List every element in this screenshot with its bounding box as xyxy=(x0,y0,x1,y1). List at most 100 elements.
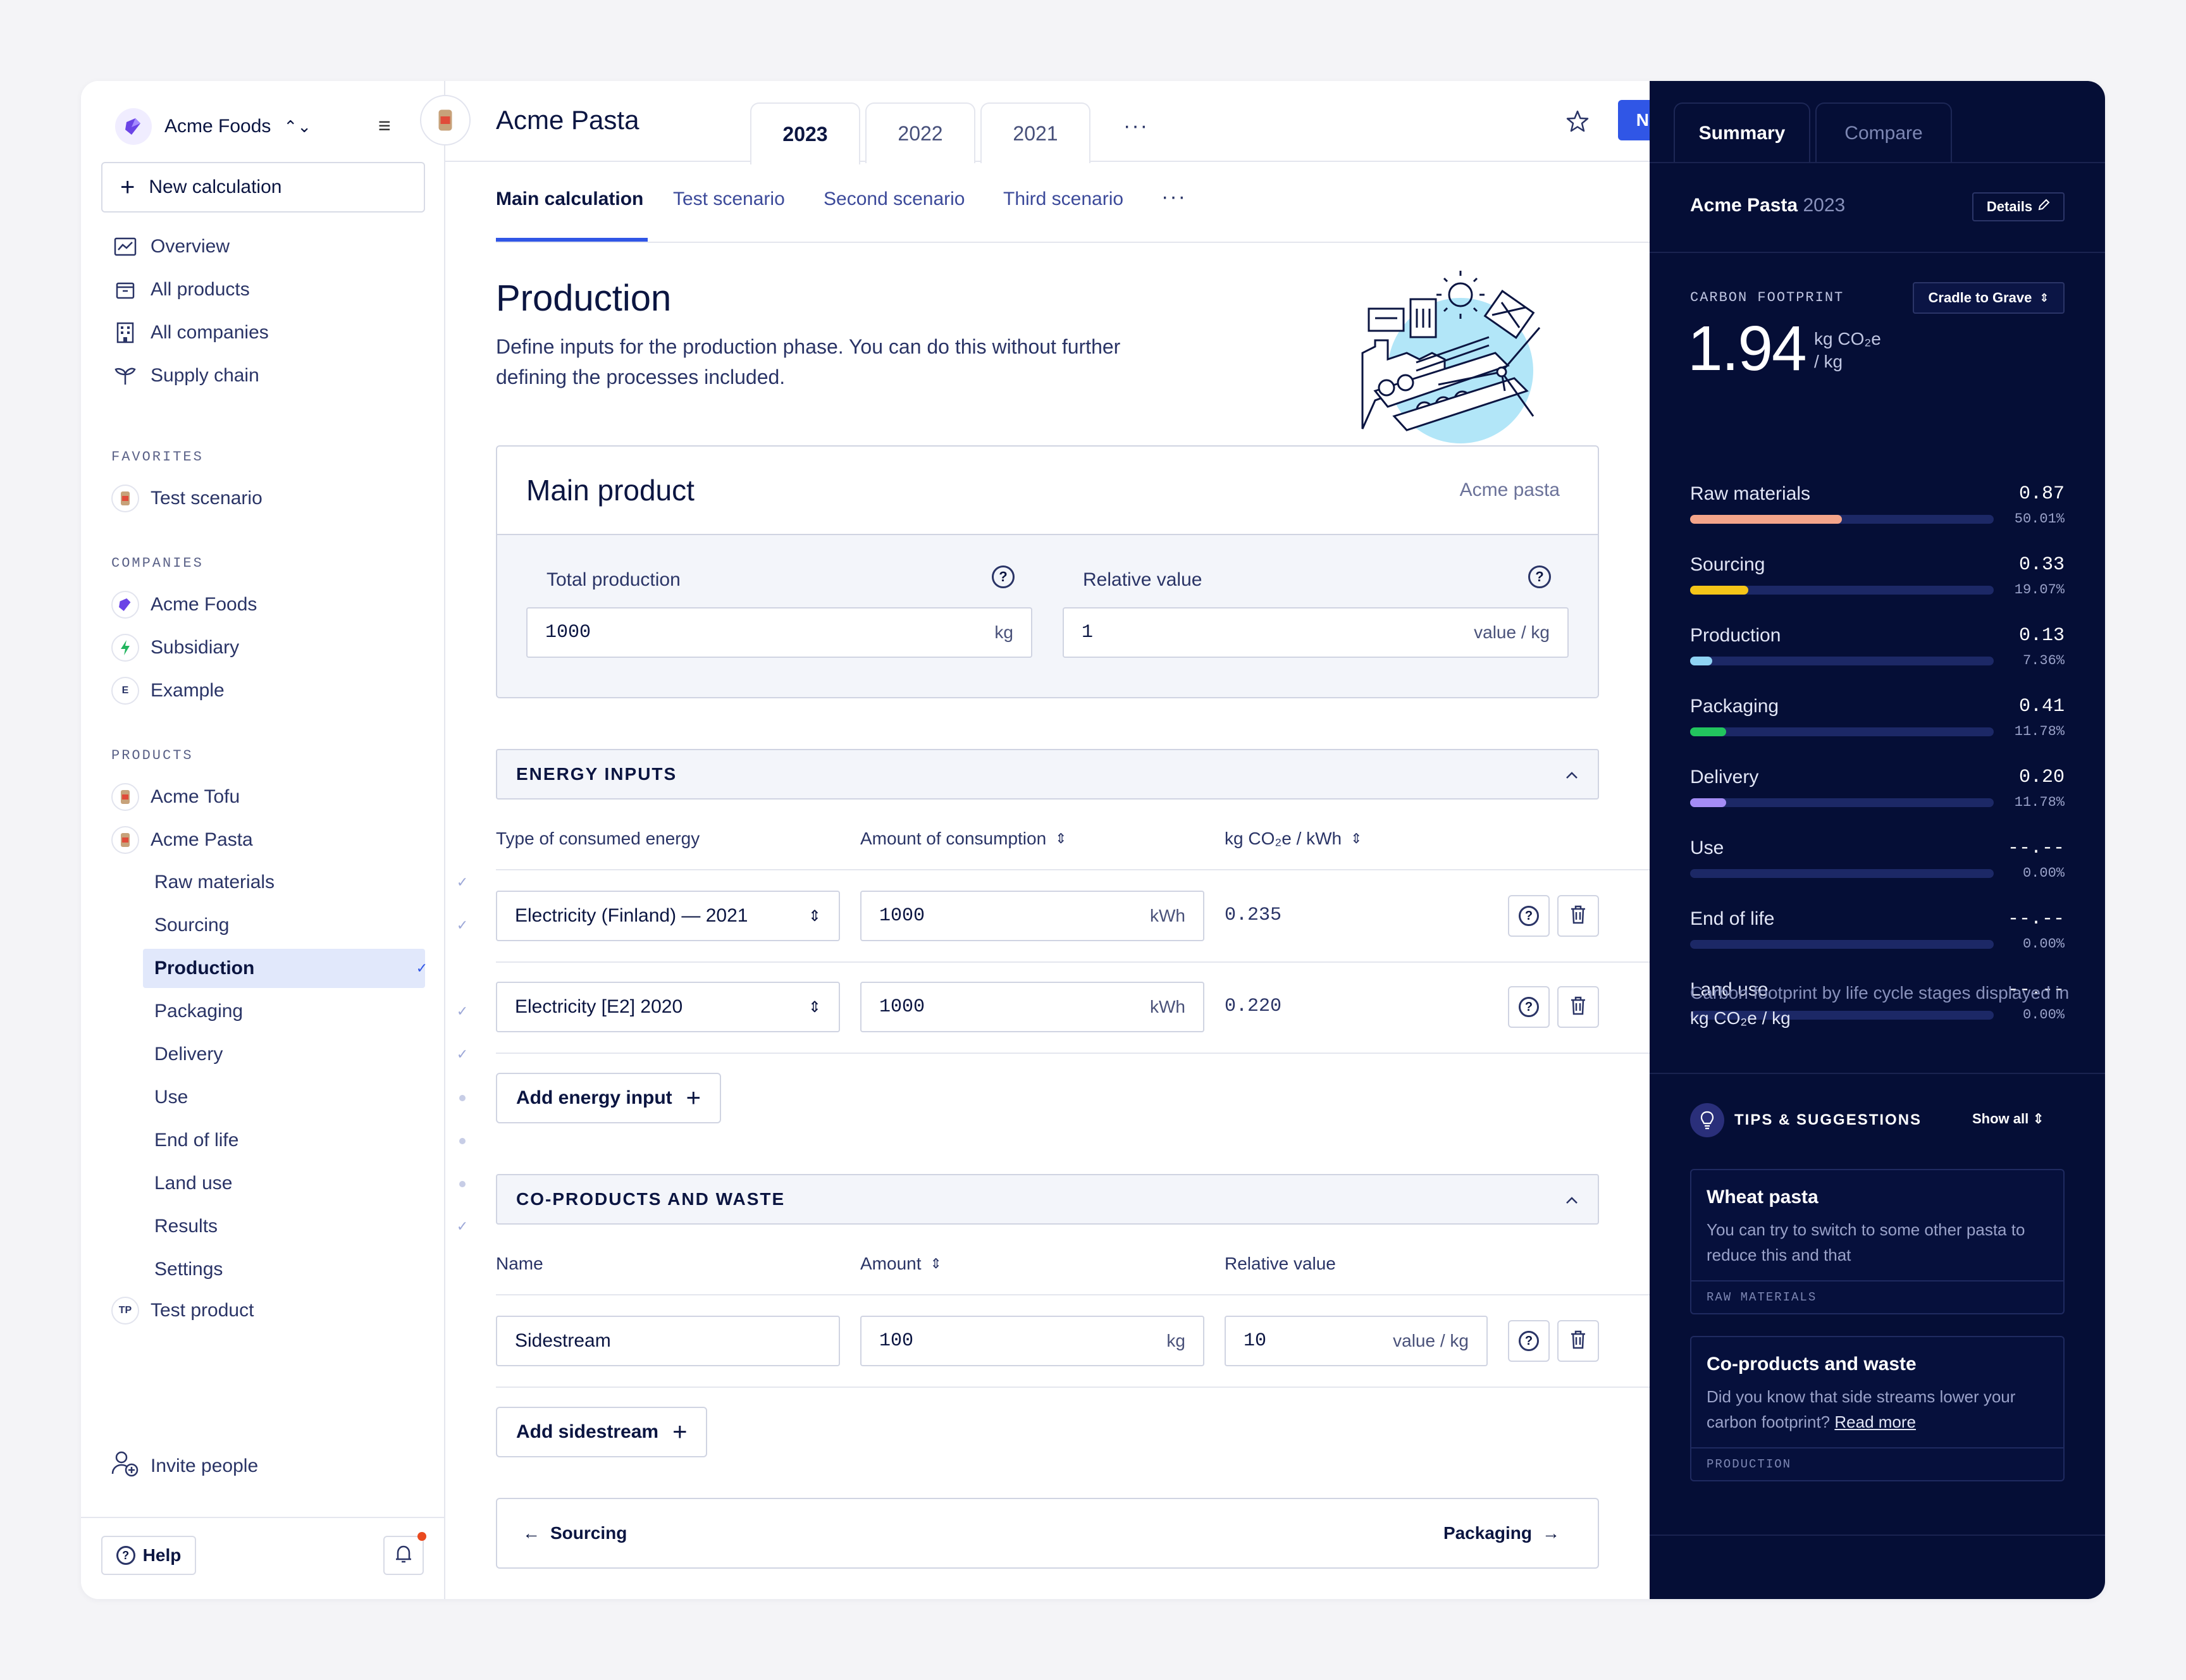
col-energy-factor[interactable]: kg CO₂e / kWh ⇕ xyxy=(1225,829,1362,849)
company-label: Acme Foods xyxy=(151,594,257,615)
favorite-test-scenario[interactable]: Test scenario xyxy=(111,481,262,516)
sprout-icon xyxy=(111,362,139,390)
help-button[interactable]: ? xyxy=(1508,1320,1550,1362)
stage-percent: 19.07% xyxy=(2014,582,2065,598)
stage-name: Production xyxy=(1690,625,1781,646)
main-product-fields: Total production ? 1000 kg Relative valu… xyxy=(497,535,1598,697)
coproduct-relative-input[interactable]: 10 value / kg xyxy=(1225,1316,1488,1366)
product-test-product[interactable]: TP Test product xyxy=(111,1293,254,1328)
footprint-note: Carbon footprint by life cycle stages di… xyxy=(1690,980,2070,1031)
question-icon[interactable]: ? xyxy=(1528,565,1551,588)
step-delivery[interactable]: Delivery ✓ xyxy=(143,1035,468,1074)
company-subsidiary[interactable]: Subsidiary xyxy=(111,630,239,665)
new-calculation-button[interactable]: + New calculation xyxy=(101,162,425,213)
nav-supply-chain-label: Supply chain xyxy=(151,365,259,386)
summary-year: 2023 xyxy=(1803,195,1846,216)
step-raw-materials[interactable]: Raw materials ✓ xyxy=(143,863,468,902)
company-acme-foods[interactable]: Acme Foods xyxy=(111,587,257,622)
hamburger-menu-icon[interactable]: ≡ xyxy=(378,114,391,139)
energy-amount-input[interactable]: 1000 kWh xyxy=(860,982,1204,1032)
tab-third-scenario[interactable]: Third scenario xyxy=(1003,188,1123,210)
tab-test-scenario[interactable]: Test scenario xyxy=(673,188,785,210)
nav-all-companies[interactable]: All companies xyxy=(111,315,269,350)
year-tab-2022[interactable]: 2022 xyxy=(865,102,975,163)
delete-button[interactable] xyxy=(1557,986,1599,1028)
product-acme-pasta[interactable]: Acme Pasta xyxy=(111,822,253,858)
energy-type-select[interactable]: Electricity (Finland) — 2021 ⇕ xyxy=(496,891,840,941)
acme-foods-logo-icon xyxy=(111,591,139,619)
add-energy-input-button[interactable]: Add energy input + xyxy=(496,1073,722,1123)
show-all-button[interactable]: Show all ⇕ xyxy=(1972,1111,2044,1127)
details-button[interactable]: Details xyxy=(1972,192,2065,221)
stage-bar-track xyxy=(1690,869,1994,878)
year-tab-2023[interactable]: 2023 xyxy=(750,102,860,164)
stage-row: Delivery 0.20 11.78% xyxy=(1690,767,2065,830)
energy-type-select[interactable]: Electricity [E2] 2020 ⇕ xyxy=(496,982,840,1032)
year-tab-2021[interactable]: 2021 xyxy=(980,102,1090,163)
total-production-input[interactable]: 1000 kg xyxy=(526,607,1032,658)
stage-value: 0.41 xyxy=(2018,696,2065,717)
step-sourcing[interactable]: Sourcing ✓ xyxy=(143,906,468,945)
step-label: Land use xyxy=(154,1173,233,1194)
step-land-use[interactable]: Land use xyxy=(143,1164,466,1203)
nav-overview[interactable]: Overview xyxy=(111,229,230,264)
invite-people-button[interactable]: Invite people xyxy=(111,1450,258,1483)
tab-summary[interactable]: Summary xyxy=(1674,102,1810,163)
delete-button[interactable] xyxy=(1557,895,1599,937)
notification-dot xyxy=(417,1532,426,1541)
tip-card[interactable]: Co-products and waste Did you know that … xyxy=(1690,1336,2065,1481)
coproduct-amount-input[interactable]: 100 kg xyxy=(860,1316,1204,1366)
col-energy-amount[interactable]: Amount of consumption ⇕ xyxy=(860,829,1067,849)
step-settings[interactable]: Settings xyxy=(143,1250,445,1289)
col-energy-type: Type of consumed energy xyxy=(496,829,700,849)
trash-icon xyxy=(1570,1330,1586,1352)
more-years-button[interactable]: ··· xyxy=(1123,114,1149,139)
tip-card[interactable]: Wheat pasta You can try to switch to som… xyxy=(1690,1169,2065,1314)
energy-inputs-header[interactable]: ENERGY INPUTS xyxy=(496,749,1599,800)
col-label: Amount of consumption xyxy=(860,829,1047,848)
divider xyxy=(1650,162,2105,163)
step-packaging[interactable]: Packaging ✓ xyxy=(143,992,468,1031)
notifications-button[interactable] xyxy=(383,1532,426,1575)
next-step-button[interactable]: Packaging → xyxy=(1443,1523,1560,1543)
help-button[interactable]: ? xyxy=(1508,986,1550,1028)
question-icon: ? xyxy=(1519,1331,1539,1351)
company-example[interactable]: E Example xyxy=(111,673,225,708)
step-label: Results xyxy=(154,1216,218,1237)
unit-line2: / kg xyxy=(1814,352,1843,371)
org-switcher[interactable]: Acme Foods ⌃⌄ xyxy=(115,101,311,152)
question-icon[interactable]: ? xyxy=(992,565,1015,588)
step-label: Settings xyxy=(154,1259,223,1280)
add-sidestream-button[interactable]: Add sidestream + xyxy=(496,1407,708,1457)
tip-title: Co-products and waste xyxy=(1707,1354,1917,1374)
total-production-unit: kg xyxy=(994,622,1013,642)
tab-main-calculation[interactable]: Main calculation xyxy=(496,188,643,210)
prev-step-button[interactable]: ← Sourcing xyxy=(522,1523,627,1543)
tab-second-scenario[interactable]: Second scenario xyxy=(824,188,965,210)
star-icon[interactable] xyxy=(1565,109,1590,137)
chart-icon xyxy=(111,233,139,261)
energy-amount-input[interactable]: 1000 kWh xyxy=(860,891,1204,941)
read-more-link[interactable]: Read more xyxy=(1834,1412,1916,1431)
step-results[interactable]: Results ✓ xyxy=(143,1207,468,1246)
nav-supply-chain[interactable]: Supply chain xyxy=(111,358,259,393)
more-scenarios-button[interactable]: ··· xyxy=(1161,185,1187,209)
scope-select[interactable]: Cradle to Grave ⇕ xyxy=(1913,282,2065,314)
relative-value-input[interactable]: 1 value / kg xyxy=(1063,607,1569,658)
company-label: Subsidiary xyxy=(151,637,240,658)
coproduct-name-input[interactable]: Sidestream xyxy=(496,1316,840,1366)
step-production[interactable]: Production ✓ xyxy=(143,949,428,988)
products-heading: PRODUCTS xyxy=(111,748,194,763)
help-button[interactable]: ? xyxy=(1508,895,1550,937)
product-acme-tofu[interactable]: Acme Tofu xyxy=(111,779,240,815)
coproducts-header[interactable]: CO-PRODUCTS AND WASTE xyxy=(496,1174,1599,1225)
tab-compare[interactable]: Compare xyxy=(1815,102,1952,163)
step-use[interactable]: Use xyxy=(143,1078,466,1117)
step-end-of-life[interactable]: End of life xyxy=(143,1121,466,1160)
delete-button[interactable] xyxy=(1557,1320,1599,1362)
help-button[interactable]: ? Help xyxy=(101,1536,196,1575)
nav-all-products[interactable]: All products xyxy=(111,272,250,307)
stage-value: 0.20 xyxy=(2018,767,2065,788)
step-label: Raw materials xyxy=(154,872,275,892)
col-coproduct-amount[interactable]: Amount ⇕ xyxy=(860,1254,942,1274)
